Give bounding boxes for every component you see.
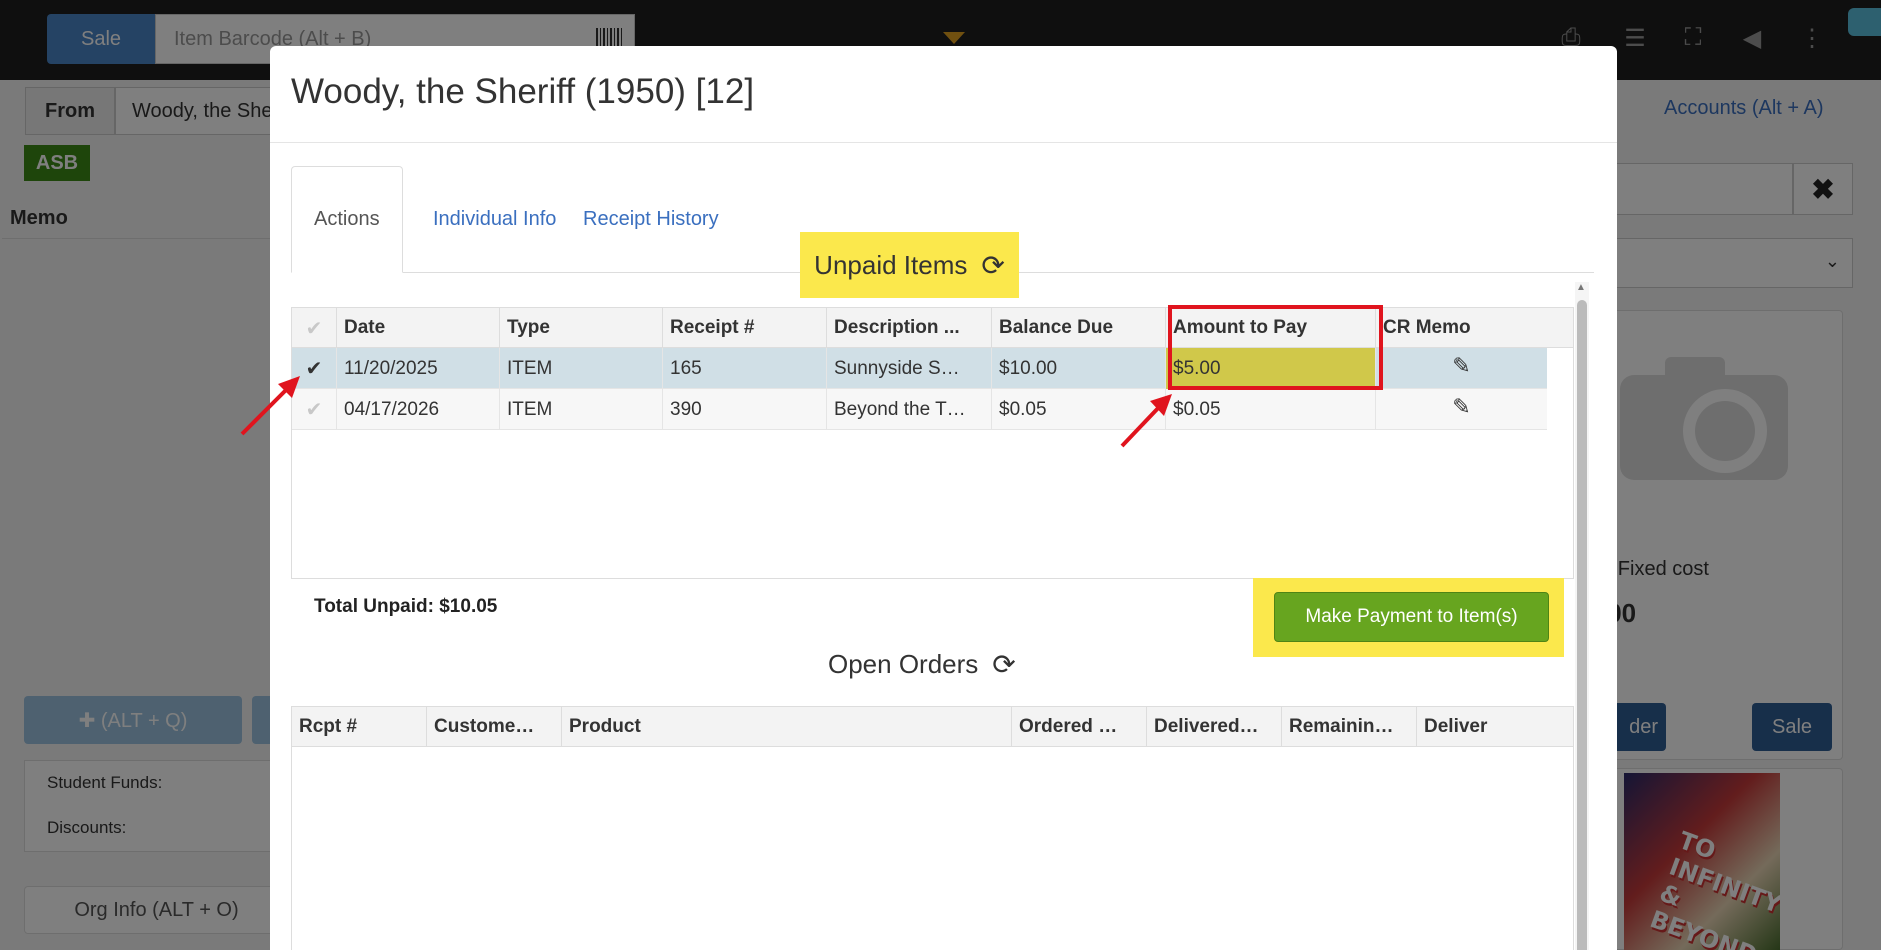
column-header[interactable]: Delivered… bbox=[1147, 707, 1282, 747]
receipt-cell: 390 bbox=[663, 389, 827, 430]
edit-icon[interactable]: ✎ bbox=[1376, 389, 1547, 430]
column-header[interactable]: Rcpt # bbox=[292, 707, 427, 747]
balance-cell: $10.00 bbox=[992, 348, 1166, 389]
refresh-icon[interactable]: ⟳ bbox=[981, 249, 1004, 282]
description-cell: Sunnyside S… bbox=[827, 348, 992, 389]
column-header[interactable]: Balance Due bbox=[992, 308, 1166, 348]
type-cell: ITEM bbox=[500, 389, 663, 430]
column-header[interactable]: Remainin… bbox=[1282, 707, 1417, 747]
modal-title: Woody, the Sheriff (1950) [12] bbox=[291, 72, 755, 111]
open-orders-table: Rcpt # Custome… Product Ordered … Delive… bbox=[291, 706, 1574, 950]
tab-actions[interactable]: Actions bbox=[291, 166, 403, 273]
make-payment-button[interactable]: Make Payment to Item(s) bbox=[1274, 592, 1549, 642]
table-header: Rcpt # Custome… Product Ordered … Delive… bbox=[292, 707, 1573, 747]
select-all-check-icon[interactable]: ✔ bbox=[292, 308, 337, 348]
column-header[interactable]: Type bbox=[500, 308, 663, 348]
refresh-icon[interactable]: ⟳ bbox=[992, 648, 1015, 681]
column-header[interactable]: Date bbox=[337, 308, 500, 348]
unpaid-items-header: Unpaid Items ⟳ bbox=[800, 232, 1019, 298]
column-header[interactable]: Ordered … bbox=[1012, 707, 1147, 747]
open-orders-header: Open Orders ⟳ bbox=[828, 646, 1016, 682]
total-unpaid: Total Unpaid: $10.05 bbox=[314, 596, 498, 617]
edit-icon[interactable]: ✎ bbox=[1376, 348, 1547, 389]
receipt-cell: 165 bbox=[663, 348, 827, 389]
tab-individual-info[interactable]: Individual Info bbox=[411, 166, 578, 273]
annotation-arrow-icon bbox=[240, 376, 300, 436]
date-cell: 04/17/2026 bbox=[337, 389, 500, 430]
description-cell: Beyond the T… bbox=[827, 389, 992, 430]
column-header[interactable]: Receipt # bbox=[663, 308, 827, 348]
modal-header-divider bbox=[270, 142, 1617, 143]
scroll-up-arrow-icon[interactable]: ▲ bbox=[1576, 282, 1586, 293]
column-header[interactable]: Deliver bbox=[1417, 707, 1573, 747]
annotation-highlight-box bbox=[1168, 305, 1383, 390]
scrollbar-thumb[interactable] bbox=[1577, 300, 1587, 950]
column-header[interactable]: Description ... bbox=[827, 308, 992, 348]
customer-modal: Woody, the Sheriff (1950) [12] Actions I… bbox=[240, 46, 1617, 950]
tab-receipt-history[interactable]: Receipt History bbox=[561, 166, 741, 273]
open-orders-title: Open Orders bbox=[828, 648, 979, 679]
date-cell: 11/20/2025 bbox=[337, 348, 500, 389]
table-row[interactable]: ✔ 04/17/2026 ITEM 390 Beyond the T… $0.0… bbox=[292, 389, 1547, 430]
unpaid-items-title: Unpaid Items bbox=[814, 249, 968, 280]
column-header[interactable]: Product bbox=[562, 707, 1012, 747]
annotation-arrow-icon bbox=[1120, 394, 1172, 448]
column-header[interactable]: CR Memo bbox=[1376, 308, 1573, 348]
type-cell: ITEM bbox=[500, 348, 663, 389]
column-header[interactable]: Custome… bbox=[427, 707, 562, 747]
